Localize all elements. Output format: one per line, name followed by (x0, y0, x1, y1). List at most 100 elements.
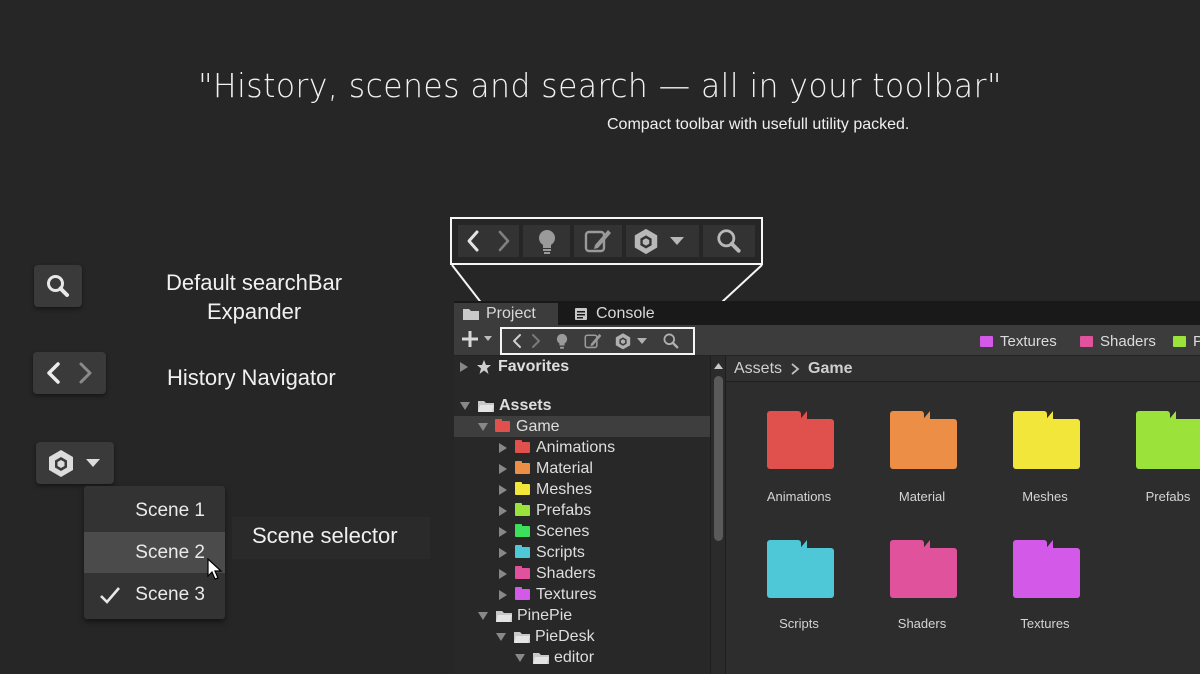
search-expander-button[interactable] (34, 265, 82, 307)
open-folder-icon (478, 400, 494, 412)
collapse-arrow-icon[interactable] (478, 611, 488, 620)
scene-selector-button[interactable] (625, 225, 699, 257)
folder-tile-label: Textures (1020, 616, 1070, 631)
folder-icon (515, 482, 530, 495)
scroll-up-arrow-icon[interactable] (711, 360, 726, 372)
scene-item-1[interactable]: Scene 1 (84, 490, 225, 531)
edit-button[interactable] (574, 225, 622, 257)
expand-arrow-icon[interactable] (499, 463, 507, 474)
tree-item-shaders[interactable]: Shaders (454, 563, 710, 584)
favorite-chip-shaders[interactable]: Shaders (1080, 332, 1156, 350)
create-add-button[interactable] (460, 329, 493, 349)
tree-item-assets[interactable]: Assets (454, 395, 710, 416)
expand-arrow-icon[interactable] (460, 361, 468, 372)
forward-arrow-icon[interactable] (495, 229, 513, 253)
hero-subtitle: Compact toolbar with usefull utility pac… (607, 116, 910, 133)
tree-item-textures[interactable]: Textures (454, 584, 710, 605)
project-tree: Favorites Assets Game Animations Materia… (454, 356, 714, 674)
window-tabs: Project Console (454, 301, 1200, 325)
lightbulb-icon[interactable] (554, 332, 570, 350)
folder-icon (515, 545, 530, 558)
history-feature-label: History Navigator (167, 365, 336, 390)
open-folder-icon (514, 631, 530, 643)
tab-console[interactable]: Console (570, 303, 680, 325)
scene-item-2[interactable]: Scene 2 (84, 532, 225, 580)
unity-cube-icon[interactable] (614, 332, 632, 350)
folder-tile-prefabs[interactable] (1136, 411, 1200, 471)
tree-item-meshes[interactable]: Meshes (454, 479, 710, 500)
folder-tile-scripts[interactable] (767, 540, 837, 600)
scene-selector-button[interactable] (36, 442, 114, 484)
plus-icon (462, 331, 478, 347)
tree-item-scenes[interactable]: Scenes (454, 521, 710, 542)
tree-item-favorites[interactable]: Favorites (454, 356, 710, 377)
folder-tile-label: Material (898, 489, 946, 504)
lightbulb-button[interactable] (523, 225, 571, 257)
checkmark-icon (100, 587, 120, 604)
breadcrumb-assets[interactable]: Assets (734, 360, 782, 378)
folder-tile-animations[interactable] (767, 411, 837, 471)
folder-tile-label: Meshes (1022, 489, 1068, 504)
tree-item-scripts[interactable]: Scripts (454, 542, 710, 563)
search-feature-label-2: Expander (207, 299, 302, 324)
compact-toolbar (500, 327, 695, 355)
chevron-down-icon (637, 338, 647, 344)
search-button[interactable] (702, 225, 755, 257)
expand-arrow-icon[interactable] (499, 547, 507, 558)
search-icon (717, 229, 741, 253)
scrollbar-thumb[interactable] (714, 376, 723, 541)
tree-item-piedesk[interactable]: PieDesk (454, 626, 710, 647)
folder-tile-label: Shaders (897, 616, 947, 631)
tree-item-prefabs[interactable]: Prefabs (454, 500, 710, 521)
search-icon[interactable] (662, 332, 680, 350)
folder-icon (515, 461, 530, 474)
folder-tile-meshes[interactable] (1013, 411, 1083, 471)
back-arrow-icon[interactable] (43, 360, 65, 386)
unity-cube-icon (634, 228, 657, 255)
favorite-chip-prefabs[interactable]: P (1173, 332, 1200, 350)
back-arrow-icon[interactable] (510, 332, 524, 350)
chevron-down-icon (484, 336, 492, 341)
folder-tile-material[interactable] (890, 411, 960, 471)
expand-arrow-icon[interactable] (499, 589, 507, 600)
lightbulb-icon (538, 230, 555, 254)
breadcrumb-game[interactable]: Game (808, 360, 852, 378)
tree-scrollbar[interactable] (710, 356, 725, 674)
collapse-arrow-icon[interactable] (460, 401, 470, 410)
scene-dropdown-menu: Scene 1 Scene 2 Scene 3 (84, 486, 225, 619)
folder-tile-label: Scripts (779, 616, 819, 631)
tree-item-game[interactable]: Game (454, 416, 710, 437)
console-icon (575, 308, 587, 320)
folder-icon (515, 524, 530, 537)
tree-item-animations[interactable]: Animations (454, 437, 710, 458)
folder-tile-label: Animations (766, 489, 832, 504)
tab-project[interactable]: Project (454, 303, 558, 325)
favorite-chip-textures[interactable]: Textures (980, 332, 1057, 350)
tree-item-pinepie[interactable]: PinePie (454, 605, 710, 626)
open-folder-icon (496, 610, 512, 622)
collapse-arrow-icon[interactable] (496, 632, 506, 641)
chevron-right-icon (791, 362, 800, 375)
folder-icon (515, 440, 530, 453)
folder-tile-shaders[interactable] (890, 540, 960, 600)
expand-arrow-icon[interactable] (499, 505, 507, 516)
search-feature-label-1: Default searchBar (166, 270, 343, 295)
collapse-arrow-icon[interactable] (478, 422, 488, 431)
folder-tile-textures[interactable] (1013, 540, 1083, 600)
collapse-arrow-icon[interactable] (515, 653, 525, 662)
expand-arrow-icon[interactable] (499, 568, 507, 579)
expand-arrow-icon[interactable] (499, 484, 507, 495)
breadcrumb: Assets Game (726, 356, 1200, 382)
expand-arrow-icon[interactable] (499, 442, 507, 453)
open-folder-icon (533, 652, 549, 664)
scene-item-3[interactable]: Scene 3 (84, 574, 225, 615)
forward-arrow-icon[interactable] (529, 332, 543, 350)
tree-item-editor[interactable]: editor (454, 647, 710, 668)
unity-cube-icon (49, 450, 73, 477)
chevron-down-icon (86, 459, 100, 467)
expand-arrow-icon[interactable] (499, 526, 507, 537)
back-arrow-icon[interactable] (464, 229, 482, 253)
tree-item-material[interactable]: Material (454, 458, 710, 479)
forward-arrow-icon[interactable] (74, 360, 96, 386)
edit-pencil-icon[interactable] (583, 332, 603, 350)
